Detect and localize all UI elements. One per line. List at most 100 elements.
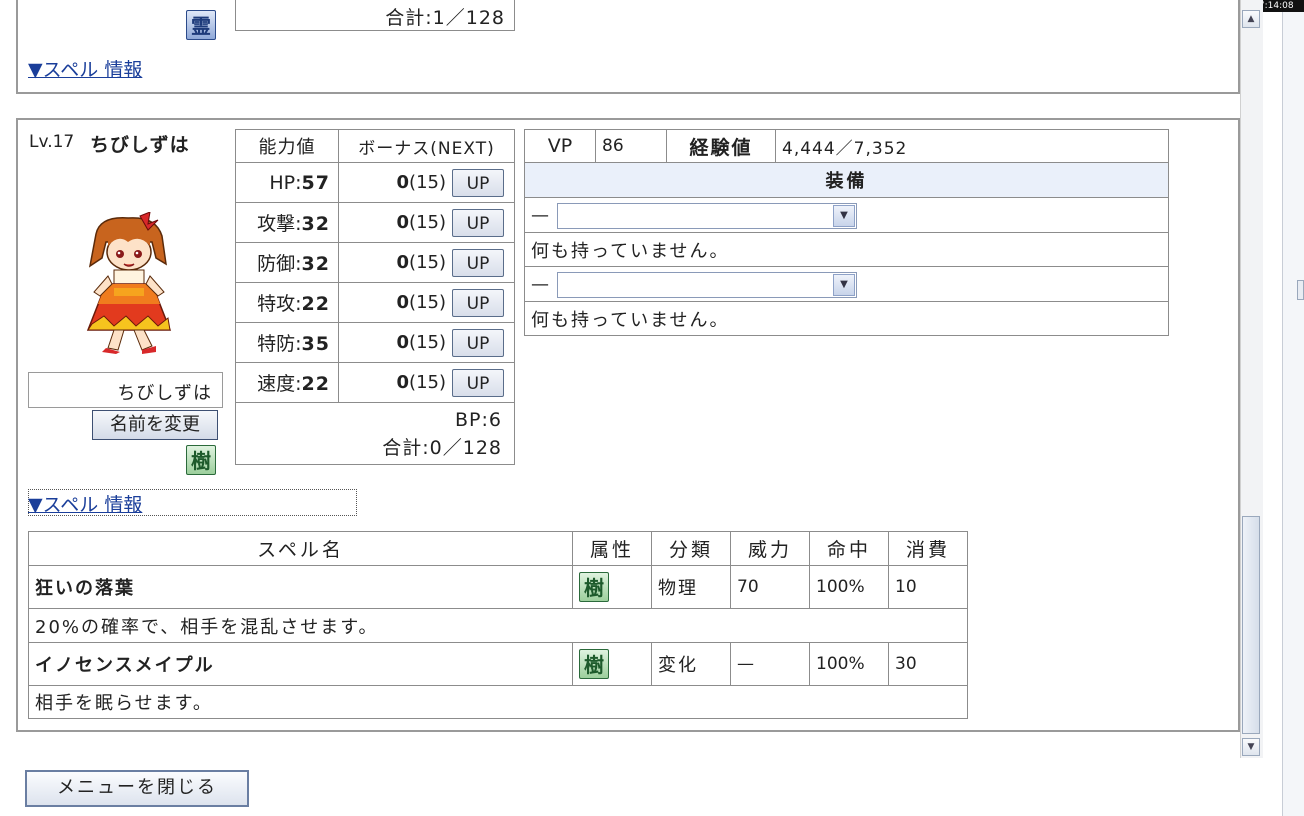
bonus-value: 0 bbox=[396, 171, 410, 193]
spell-category: 変化 bbox=[651, 642, 731, 686]
vp-label: VP bbox=[524, 129, 596, 163]
spell-category: 物理 bbox=[651, 565, 731, 609]
spell-element: 樹 bbox=[572, 642, 652, 686]
stat-value: 32 bbox=[301, 253, 330, 275]
character-sprite bbox=[86, 212, 172, 354]
spell-power: — bbox=[730, 642, 810, 686]
stat-value: 22 bbox=[301, 293, 330, 315]
stat-cell: 速度:22 bbox=[235, 362, 339, 403]
bonus-next: (15) bbox=[409, 371, 446, 393]
bonus-next: (15) bbox=[409, 171, 446, 193]
stat-cell: 特攻:22 bbox=[235, 282, 339, 323]
bonus-cell: 0(15) UP bbox=[338, 242, 515, 283]
spell-cost: 10 bbox=[888, 565, 968, 609]
spell-header-cost: 消費 bbox=[888, 531, 968, 566]
bonus-total: 合計:0／128 bbox=[382, 436, 502, 459]
bonus-cell: 0(15) UP bbox=[338, 322, 515, 363]
equipment-slot-1-prefix: — bbox=[531, 204, 549, 226]
right-edge-tab bbox=[1297, 280, 1304, 300]
spell-info-toggle[interactable]: ▼スペル 情報 bbox=[28, 490, 142, 517]
stat-label: HP: bbox=[269, 171, 302, 194]
spell-header-power: 威力 bbox=[730, 531, 810, 566]
rename-button-label: 名前を変更 bbox=[110, 414, 200, 435]
bonus-next: (15) bbox=[409, 291, 446, 313]
stat-label: 攻撃: bbox=[257, 213, 302, 235]
scroll-down-button[interactable]: ▼ bbox=[1242, 738, 1260, 756]
stat-up-button[interactable]: UP bbox=[452, 288, 504, 317]
spell-name: イノセンスメイプル bbox=[28, 642, 573, 686]
right-window-edge bbox=[1282, 12, 1304, 816]
character-name: ちびしずは bbox=[90, 134, 190, 156]
stat-cell: 特防:35 bbox=[235, 322, 339, 363]
spell-header-category: 分類 bbox=[651, 531, 731, 566]
chevron-down-icon: ▼ bbox=[833, 205, 855, 227]
spell-power: 70 bbox=[730, 565, 810, 609]
bonus-points: BP:6 bbox=[455, 408, 502, 431]
rename-button[interactable]: 名前を変更 bbox=[92, 410, 218, 440]
stat-value: 35 bbox=[301, 333, 330, 355]
stat-row: 特攻:22 0(15) UP bbox=[235, 282, 515, 323]
stats-footer: BP:6 合計:0／128 bbox=[235, 402, 515, 465]
scrollbar-thumb[interactable] bbox=[1242, 516, 1260, 734]
bonus-value: 0 bbox=[396, 371, 410, 393]
equipment-slot-1-desc: 何も持っていません。 bbox=[524, 232, 1169, 267]
spirit-element-icon: 霊 bbox=[186, 10, 216, 40]
spell-row: イノセンスメイプル 樹 変化 — 100% 30 bbox=[28, 642, 968, 686]
stat-cell: 攻撃:32 bbox=[235, 202, 339, 243]
scroll-up-button[interactable]: ▲ bbox=[1242, 10, 1260, 28]
stat-row: HP:57 0(15) UP bbox=[235, 162, 515, 203]
vp-value: 86 bbox=[595, 129, 667, 163]
character-level: Lv.17 bbox=[29, 132, 75, 152]
spell-element: 樹 bbox=[572, 565, 652, 609]
spell-header-element: 属性 bbox=[572, 531, 652, 566]
stat-up-button[interactable]: UP bbox=[452, 368, 504, 397]
equipment-select-2[interactable]: ▼ bbox=[557, 272, 857, 298]
spell-cost: 30 bbox=[888, 642, 968, 686]
spell-description: 相手を眠らせます。 bbox=[28, 685, 968, 719]
previous-stats-total: 合計:1／128 bbox=[385, 7, 505, 29]
previous-spell-info-toggle[interactable]: ▼スペル 情報 bbox=[28, 55, 142, 82]
stat-up-button[interactable]: UP bbox=[452, 168, 504, 197]
stat-row: 速度:22 0(15) UP bbox=[235, 362, 515, 403]
spell-accuracy: 100% bbox=[809, 642, 889, 686]
stat-row: 特防:35 0(15) UP bbox=[235, 322, 515, 363]
exp-value: 4,444／7,352 bbox=[775, 129, 1169, 163]
spell-accuracy: 100% bbox=[809, 565, 889, 609]
bonus-value: 0 bbox=[396, 251, 410, 273]
stat-row: 防御:32 0(15) UP bbox=[235, 242, 515, 283]
stat-up-button[interactable]: UP bbox=[452, 248, 504, 277]
equipment-slot-2-prefix: — bbox=[531, 273, 549, 295]
bonus-cell: 0(15) UP bbox=[338, 362, 515, 403]
spell-row: 狂いの落葉 樹 物理 70 100% 10 bbox=[28, 565, 968, 609]
tree-element-icon: 樹 bbox=[186, 445, 216, 475]
spell-header-accuracy: 命中 bbox=[809, 531, 889, 566]
character-name-field-value: ちびしずは bbox=[117, 383, 212, 404]
equipment-slot-2-desc: 何も持っていません。 bbox=[524, 301, 1169, 336]
stats-header-bonus: ボーナス(NEXT) bbox=[338, 129, 515, 163]
bonus-next: (15) bbox=[409, 251, 446, 273]
spell-description: 20%の確率で、相手を混乱させます。 bbox=[28, 608, 968, 643]
spell-header-name: スペル名 bbox=[28, 531, 573, 566]
equipment-select-1[interactable]: ▼ bbox=[557, 203, 857, 229]
stat-up-button[interactable]: UP bbox=[452, 328, 504, 357]
bonus-value: 0 bbox=[396, 211, 410, 233]
spell-name: 狂いの落葉 bbox=[28, 565, 573, 609]
chevron-down-icon: ▼ bbox=[833, 274, 855, 296]
stat-cell: HP:57 bbox=[235, 162, 339, 203]
info-table: VP 86 経験値 4,444／7,352 装備 — 何も持っていません。 — … bbox=[524, 129, 1169, 336]
exp-label: 経験値 bbox=[666, 129, 776, 163]
character-name-field[interactable]: ちびしずは bbox=[28, 372, 223, 408]
close-menu-button-label: メニューを閉じる bbox=[57, 777, 217, 798]
close-menu-button[interactable]: メニューを閉じる bbox=[25, 770, 249, 807]
stat-value: 32 bbox=[301, 213, 330, 235]
spells-table: スペル名 属性 分類 威力 命中 消費 狂いの落葉 樹 物理 70 100% 1… bbox=[28, 531, 968, 719]
stat-up-button[interactable]: UP bbox=[452, 208, 504, 237]
bonus-cell: 0(15) UP bbox=[338, 162, 515, 203]
bonus-value: 0 bbox=[396, 291, 410, 313]
bonus-next: (15) bbox=[409, 331, 446, 353]
tree-element-icon: 樹 bbox=[579, 649, 609, 679]
stat-label: 速度: bbox=[257, 373, 302, 395]
stat-value: 22 bbox=[301, 373, 330, 395]
stat-label: 防御: bbox=[257, 253, 302, 275]
bonus-cell: 0(15) UP bbox=[338, 202, 515, 243]
